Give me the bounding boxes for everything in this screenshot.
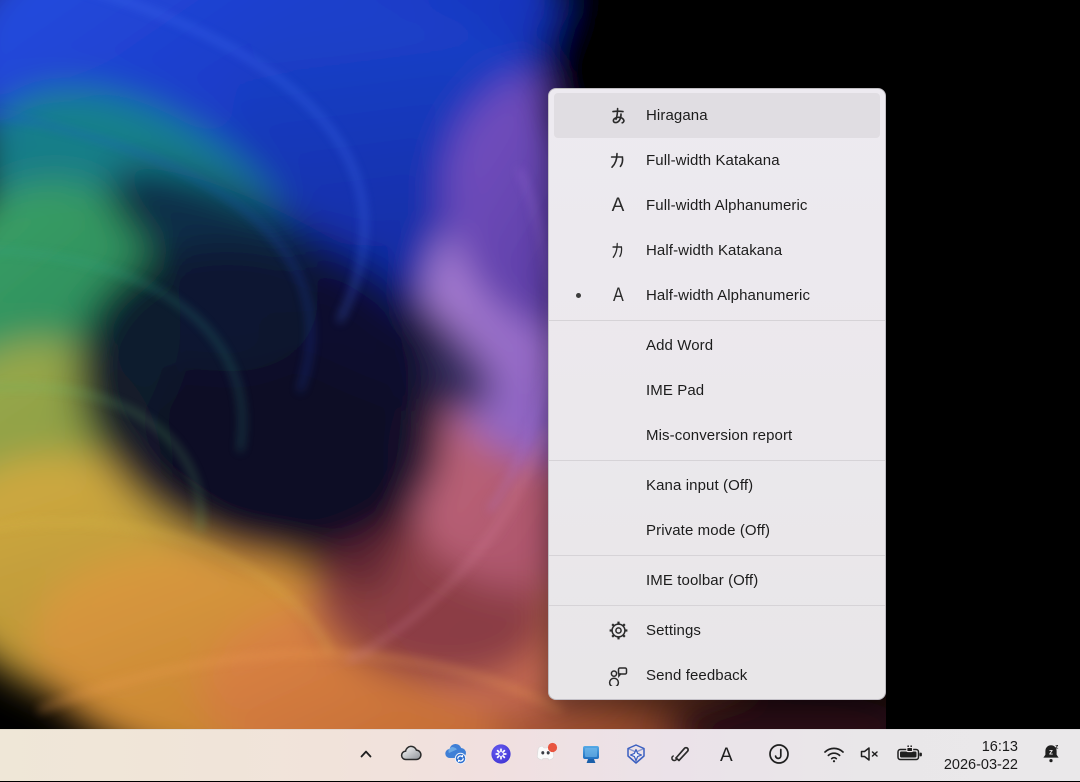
notification-bell-button[interactable]: zz	[1028, 730, 1074, 782]
circle-j-icon	[767, 742, 791, 771]
menu-item-full-width-alphanumeric[interactable]: AFull-width Alphanumeric	[554, 183, 880, 228]
menu-item-label: Mis-conversion report	[646, 427, 792, 444]
menu-item-hiragana[interactable]: Hiragana	[554, 93, 880, 138]
menu-item-label: Half-width Katakana	[646, 242, 782, 259]
taskbar-clock[interactable]: 16:132026-03-22	[944, 738, 1018, 774]
menu-item-half-width-alphanumeric[interactable]: AHalf-width Alphanumeric	[554, 273, 880, 318]
menu-divider	[549, 605, 885, 606]
clock-date: 2026-03-22	[944, 756, 1018, 774]
menu-item-private-mode-off[interactable]: Private mode (Off)	[554, 508, 880, 553]
menu-item-full-width-katakana[interactable]: Full-width Katakana	[554, 138, 880, 183]
menu-item-ime-pad[interactable]: IME Pad	[554, 368, 880, 413]
tray-pen[interactable]	[659, 730, 704, 782]
menu-item-kana-input-off[interactable]: Kana input (Off)	[554, 463, 880, 508]
battery-charging-icon	[896, 744, 924, 769]
menu-item-settings[interactable]: Settings	[554, 608, 880, 653]
menu-divider	[549, 320, 885, 321]
system-tray: A 16:132026-03-22 zz	[344, 730, 1080, 782]
menu-item-label: Send feedback	[646, 667, 747, 684]
ime-mode-a-icon: A	[720, 745, 733, 767]
tray-ime-mode-a[interactable]: A	[704, 730, 749, 782]
display-icon	[579, 743, 603, 770]
desktop-wallpaper	[0, 0, 1080, 729]
katakana-ka-half-icon	[590, 241, 646, 261]
onedrive-cloud-icon	[399, 744, 423, 769]
clock-time: 16:13	[944, 738, 1018, 756]
menu-item-mis-conversion-report[interactable]: Mis-conversion report	[554, 413, 880, 458]
gear-icon	[590, 620, 646, 641]
box-star-icon	[624, 742, 648, 771]
menu-item-label: Half-width Alphanumeric	[646, 287, 810, 304]
katakana-ka-icon	[590, 151, 646, 171]
tray-box-star[interactable]	[614, 730, 659, 782]
menu-item-label: Kana input (Off)	[646, 477, 753, 494]
latin-a-half-icon: A	[590, 285, 646, 307]
pen-icon	[669, 742, 693, 771]
menu-item-half-width-katakana[interactable]: Half-width Katakana	[554, 228, 880, 273]
menu-divider	[549, 460, 885, 461]
notification-bell-dnd-icon: zz	[1039, 742, 1063, 771]
menu-item-label: Private mode (Off)	[646, 522, 770, 539]
feedback-icon	[590, 665, 646, 686]
menu-item-label: Settings	[646, 622, 701, 639]
ime-context-menu: HiraganaFull-width KatakanaAFull-width A…	[548, 88, 886, 700]
tray-battery-charging[interactable]	[888, 730, 932, 782]
tray-chevron-up[interactable]	[344, 730, 389, 782]
sync-cloud-icon	[443, 743, 469, 770]
menu-divider	[549, 555, 885, 556]
desktop: HiraganaFull-width KatakanaAFull-width A…	[0, 0, 1080, 781]
hiragana-a-icon	[590, 106, 646, 126]
latin-a-icon: A	[590, 195, 646, 217]
selected-bullet	[566, 293, 590, 298]
menu-item-add-word[interactable]: Add Word	[554, 323, 880, 368]
tray-wifi[interactable]	[816, 730, 852, 782]
menu-item-label: IME toolbar (Off)	[646, 572, 758, 589]
svg-text:z: z	[1049, 747, 1053, 756]
tray-sync-cloud[interactable]	[434, 730, 479, 782]
menu-item-label: Add Word	[646, 337, 713, 354]
menu-item-send-feedback[interactable]: Send feedback	[554, 653, 880, 698]
tray-volume-muted[interactable]	[852, 730, 888, 782]
tray-discord[interactable]	[524, 730, 569, 782]
tray-circle-j[interactable]	[757, 730, 802, 782]
chevron-up-icon	[355, 744, 377, 769]
tray-display[interactable]	[569, 730, 614, 782]
menu-item-ime-toolbar-off[interactable]: IME toolbar (Off)	[554, 558, 880, 603]
spinner-orb-icon	[489, 742, 513, 771]
volume-muted-icon	[858, 744, 882, 769]
menu-item-label: Full-width Alphanumeric	[646, 197, 808, 214]
tray-onedrive-cloud[interactable]	[389, 730, 434, 782]
svg-text:z: z	[1055, 743, 1059, 750]
menu-item-label: IME Pad	[646, 382, 704, 399]
menu-item-label: Hiragana	[646, 107, 708, 124]
menu-item-label: Full-width Katakana	[646, 152, 780, 169]
discord-icon	[533, 742, 559, 771]
taskbar: A 16:132026-03-22 zz	[0, 729, 1080, 781]
tray-spinner-orb[interactable]	[479, 730, 524, 782]
wifi-icon	[822, 744, 846, 769]
